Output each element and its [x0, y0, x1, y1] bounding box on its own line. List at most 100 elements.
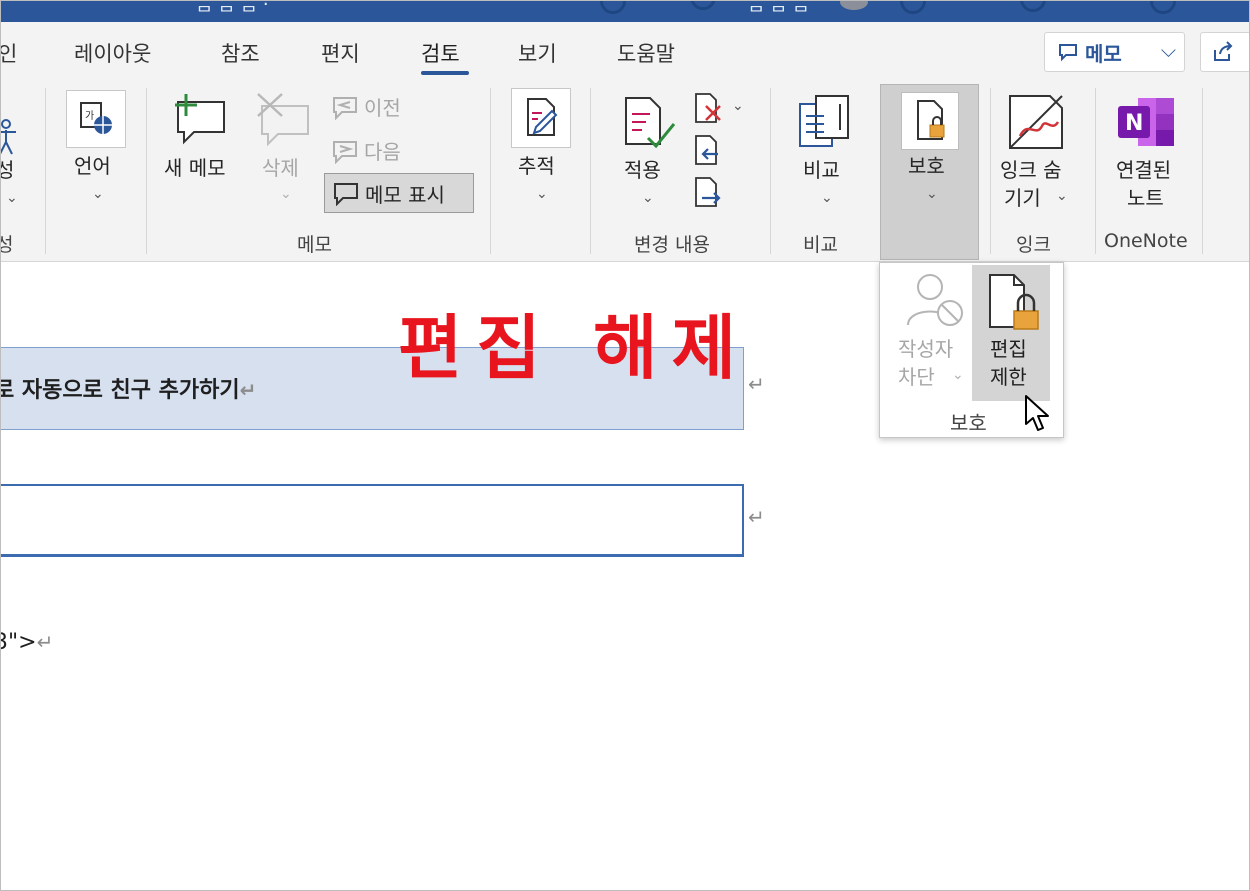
group-separator	[146, 88, 147, 254]
title-bar: ᆷ ᆷ ᆷ · ᆷ ᆷ ᆷ	[0, 0, 1250, 22]
code-line[interactable]: 3">↵	[0, 630, 53, 655]
comment-icon	[1059, 44, 1077, 62]
tab-help[interactable]: 도움말	[617, 38, 675, 68]
accessibility-icon[interactable]	[0, 118, 22, 158]
tab-insert-partial[interactable]: 인	[0, 38, 17, 68]
restrict-editing-label-line2: 제한	[990, 365, 1027, 389]
tab-mailings[interactable]: 편지	[321, 38, 360, 68]
previous-comment-icon	[333, 96, 357, 120]
chevron-down-icon: ⌄	[926, 186, 938, 202]
tab-view[interactable]: 보기	[518, 38, 557, 68]
compare-label: 비교	[803, 158, 840, 182]
chevron-down-icon: ⌄	[952, 367, 964, 383]
group-label-onenote: OneNote	[1104, 230, 1188, 252]
tab-references[interactable]: 참조	[221, 38, 260, 68]
group-label-protect: 보호	[950, 411, 987, 435]
tab-layout[interactable]: 레이아웃	[74, 38, 151, 68]
group-separator	[45, 88, 46, 254]
chevron-down-icon: ⌵	[1160, 38, 1176, 62]
protect-document-icon	[917, 100, 945, 140]
new-comment-icon[interactable]	[170, 92, 230, 148]
paragraph-mark: ↵	[748, 372, 765, 396]
hide-ink-label-line1: 잉크 숨	[1000, 158, 1062, 182]
svg-text:N: N	[1125, 111, 1143, 136]
group-separator	[1202, 88, 1203, 254]
track-changes-icon	[527, 98, 558, 136]
comments-button[interactable]: 메모 ⌵	[1044, 32, 1185, 72]
chevron-down-icon[interactable]: ⌄	[92, 186, 104, 202]
code-line-content: 3">	[0, 630, 37, 655]
restrict-editing-icon	[989, 274, 1039, 330]
share-button[interactable]	[1200, 32, 1250, 72]
previous-comment-label: 이전	[364, 96, 401, 120]
language-button[interactable]: 가	[66, 90, 126, 148]
protect-icon-box	[901, 92, 959, 150]
reject-change-icon[interactable]	[692, 92, 722, 126]
group-label-compare: 비교	[803, 234, 838, 256]
onenote-icon[interactable]: N	[1116, 94, 1180, 154]
paragraph-mark: ↵	[748, 505, 765, 529]
restrict-editing-label-line1: 편집	[990, 337, 1027, 361]
accept-change-icon[interactable]	[620, 94, 680, 154]
group-separator	[590, 88, 591, 254]
chevron-down-icon[interactable]: ⌄	[732, 98, 744, 114]
chevron-down-icon[interactable]: ⌄	[1056, 188, 1068, 204]
accept-label: 적용	[624, 158, 661, 182]
chevron-down-icon[interactable]: ⌄	[642, 190, 654, 206]
accessibility-label: 성	[0, 158, 15, 182]
heading-text-content: 로 자동으로 친구 추가하기	[0, 378, 240, 403]
block-authors-icon	[907, 274, 963, 326]
share-icon	[1214, 41, 1233, 61]
tab-review[interactable]: 검토	[421, 38, 460, 68]
group-label-ink: 잉크	[1016, 234, 1051, 256]
previous-change-icon[interactable]	[692, 134, 722, 168]
chevron-down-icon: ⌄	[280, 186, 292, 202]
title-bar-decoration	[900, 0, 926, 14]
tracking-label: 추적	[518, 154, 555, 178]
empty-paragraph-box[interactable]	[0, 484, 744, 557]
title-bar-decoration	[690, 0, 716, 10]
group-separator	[770, 88, 771, 254]
protect-label: 보호	[908, 154, 945, 178]
next-comment-icon	[333, 140, 357, 164]
delete-comment-label: 삭제	[262, 156, 299, 180]
group-separator	[1095, 88, 1096, 254]
ribbon-review: 성 ⌄ 성 가 언어 ⌄ 새 메모 삭제 ⌄ 이전 다음 메모 표시 메모 추적…	[0, 84, 1250, 262]
hide-ink-label-line2: 기기	[1004, 186, 1041, 210]
paragraph-mark: ↵	[239, 378, 257, 402]
previous-comment-button: 이전	[330, 92, 401, 121]
language-icon: 가	[80, 102, 112, 134]
ribbon-tabs: 인 레이아웃 참조 편지 검토 보기 도움말 메모 ⌵	[0, 22, 1250, 84]
group-separator	[990, 88, 991, 254]
chevron-down-icon[interactable]: ⌄	[536, 186, 548, 202]
next-comment-button: 다음	[330, 136, 401, 165]
new-comment-label[interactable]: 새 메모	[164, 154, 226, 182]
next-change-icon[interactable]	[692, 176, 722, 210]
language-label: 언어	[74, 154, 111, 178]
block-authors-label-line1: 작성자	[898, 337, 954, 361]
window-title-right: ᆷ ᆷ ᆷ	[748, 0, 810, 15]
chevron-down-icon[interactable]: ⌄	[821, 190, 833, 206]
linked-notes-label-line1: 연결된	[1116, 158, 1172, 182]
group-label-accessibility: 성	[0, 234, 14, 256]
compare-icon[interactable]	[796, 94, 856, 154]
title-bar-decoration	[1020, 0, 1046, 12]
title-bar-decoration	[1150, 0, 1176, 14]
comments-button-label: 메모	[1085, 41, 1122, 66]
mouse-pointer-icon	[1025, 395, 1049, 431]
hide-ink-icon[interactable]	[1006, 92, 1066, 154]
title-bar-decoration	[600, 0, 626, 14]
heading-text[interactable]: 로 자동으로 친구 추가하기↵	[0, 372, 256, 404]
next-comment-label: 다음	[364, 140, 401, 164]
block-authors-label-line2: 차단	[898, 365, 935, 389]
window-title-left: ᆷ ᆷ ᆷ ·	[196, 0, 269, 15]
tracking-button[interactable]	[511, 88, 571, 148]
group-label-changes: 변경 내용	[634, 234, 710, 256]
delete-comment-icon	[257, 93, 309, 147]
svg-text:가: 가	[85, 110, 94, 122]
linked-notes-label-line2: 노트	[1127, 186, 1164, 210]
user-avatar[interactable]	[840, 0, 868, 10]
show-comments-toggle[interactable]: 메모 표시	[324, 173, 474, 213]
chevron-down-icon[interactable]: ⌄	[6, 190, 18, 206]
group-separator	[490, 88, 491, 254]
